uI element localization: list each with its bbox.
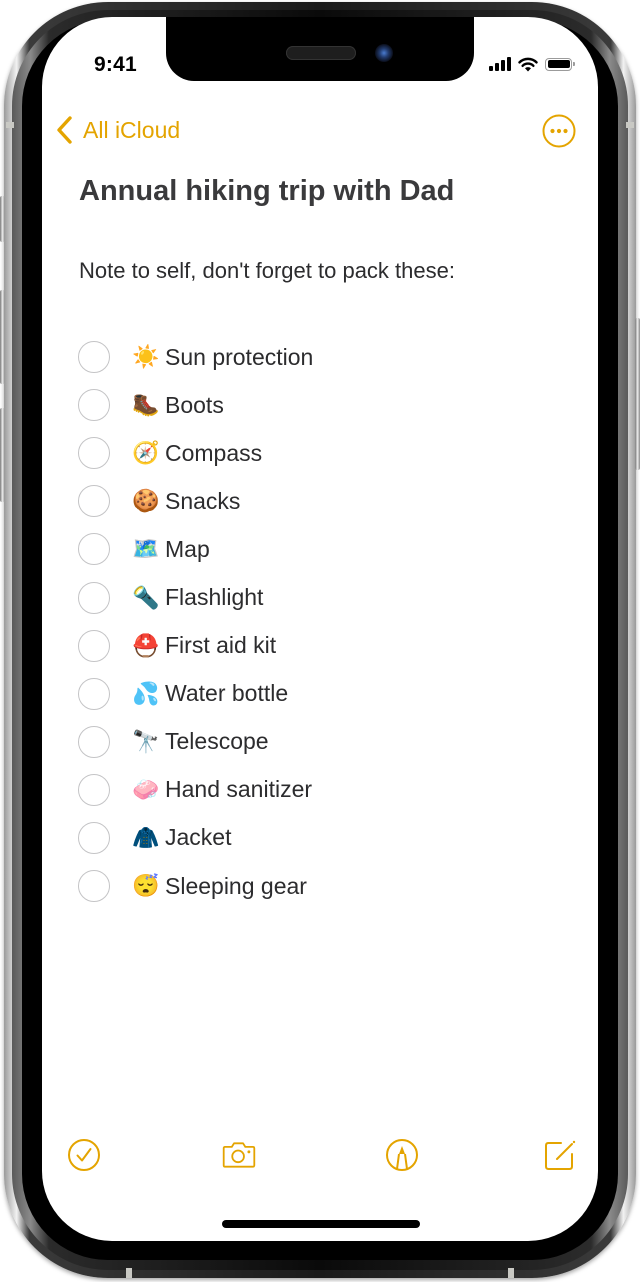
checklist-item-label[interactable]: Compass xyxy=(165,440,262,467)
antenna-band xyxy=(626,122,634,128)
checkbox-circle[interactable] xyxy=(78,437,110,470)
antenna-band xyxy=(126,1268,132,1278)
checklist-item-label[interactable]: Hand sanitizer xyxy=(165,776,312,803)
telescope-emoji-icon: 🔭 xyxy=(132,728,160,754)
bottom-toolbar xyxy=(42,1137,598,1177)
checkbox-circle[interactable] xyxy=(78,389,110,422)
checklist-item: 🥾 Boots xyxy=(78,381,313,429)
flashlight-emoji-icon: 🔦 xyxy=(132,584,160,610)
checklist-item: 🧼 Hand sanitizer xyxy=(78,766,313,814)
status-icons xyxy=(489,56,575,72)
cellular-signal-icon xyxy=(489,57,511,71)
checklist-item: 😴 Sleeping gear xyxy=(78,862,313,910)
checkbox-circle[interactable] xyxy=(78,485,110,518)
checkbox-circle[interactable] xyxy=(78,821,110,854)
silent-switch xyxy=(0,196,5,242)
checkbox-circle[interactable] xyxy=(78,725,110,758)
checklist-item-label[interactable]: Sleeping gear xyxy=(165,873,307,900)
checklist-item-label[interactable]: Sun protection xyxy=(165,344,313,371)
ellipsis-circle-icon[interactable] xyxy=(542,114,576,148)
front-camera xyxy=(375,44,393,62)
checklist-item-label[interactable]: Snacks xyxy=(165,488,240,515)
checkbox-circle[interactable] xyxy=(78,341,110,374)
checklist-item-label[interactable]: First aid kit xyxy=(165,632,276,659)
wifi-icon xyxy=(518,57,538,71)
rescue-helmet-emoji-icon: ⛑️ xyxy=(132,632,160,658)
checklist-item: 🧥 Jacket xyxy=(78,814,313,862)
compose-icon[interactable] xyxy=(541,1137,577,1173)
checklist-item: 🍪 Snacks xyxy=(78,477,313,525)
checklist-item: 🗺️ Map xyxy=(78,525,313,573)
antenna-band xyxy=(508,1268,514,1278)
checkbox-circle[interactable] xyxy=(78,629,110,662)
earpiece-speaker xyxy=(286,46,356,60)
checklist-item-label[interactable]: Flashlight xyxy=(165,584,263,611)
checkbox-circle[interactable] xyxy=(78,581,110,614)
sleeping-face-emoji-icon: 😴 xyxy=(132,873,160,899)
checklist-item: 🔭 Telescope xyxy=(78,718,313,766)
checkmark-circle-icon[interactable] xyxy=(66,1137,102,1173)
soap-emoji-icon: 🧼 xyxy=(132,776,160,802)
checklist: ☀️ Sun protection 🥾 Boots 🧭 Compass 🍪 Sn… xyxy=(78,333,313,910)
compass-emoji-icon: 🧭 xyxy=(132,440,160,466)
checklist-item-label[interactable]: Telescope xyxy=(165,728,269,755)
pen-tip-circle-icon[interactable] xyxy=(384,1137,420,1173)
volume-down-button xyxy=(0,408,5,502)
battery-icon xyxy=(545,57,575,71)
note-title[interactable]: Annual hiking trip with Dad xyxy=(79,175,454,208)
water-droplets-emoji-icon: 💦 xyxy=(132,680,160,706)
chevron-left-icon xyxy=(57,116,72,144)
checkbox-circle[interactable] xyxy=(78,870,110,903)
cookie-emoji-icon: 🍪 xyxy=(132,488,160,514)
checklist-item: ☀️ Sun protection xyxy=(78,333,313,381)
side-button xyxy=(635,318,640,470)
checklist-item: 🔦 Flashlight xyxy=(78,573,313,621)
checkbox-circle[interactable] xyxy=(78,677,110,710)
note-intro-text[interactable]: Note to self, don't forget to pack these… xyxy=(79,258,455,284)
camera-icon[interactable] xyxy=(221,1137,257,1173)
checklist-item-label[interactable]: Jacket xyxy=(165,824,231,851)
screen: 9:41 All iCloud Annual hiking trip with … xyxy=(42,17,598,1241)
home-indicator[interactable] xyxy=(222,1220,420,1228)
coat-emoji-icon: 🧥 xyxy=(132,824,160,850)
back-button[interactable]: All iCloud xyxy=(54,115,180,145)
back-label: All iCloud xyxy=(83,116,181,143)
checkbox-circle[interactable] xyxy=(78,533,110,566)
checklist-item: 💦 Water bottle xyxy=(78,670,313,718)
checkbox-circle[interactable] xyxy=(78,773,110,806)
antenna-band xyxy=(6,122,14,128)
boot-emoji-icon: 🥾 xyxy=(132,392,160,418)
map-emoji-icon: 🗺️ xyxy=(132,536,160,562)
checklist-item: ⛑️ First aid kit xyxy=(78,622,313,670)
volume-up-button xyxy=(0,290,5,384)
sun-emoji-icon: ☀️ xyxy=(132,344,160,370)
status-time: 9:41 xyxy=(94,53,137,76)
checklist-item-label[interactable]: Boots xyxy=(165,392,224,419)
checklist-item: 🧭 Compass xyxy=(78,429,313,477)
checklist-item-label[interactable]: Water bottle xyxy=(165,680,288,707)
checklist-item-label[interactable]: Map xyxy=(165,536,210,563)
